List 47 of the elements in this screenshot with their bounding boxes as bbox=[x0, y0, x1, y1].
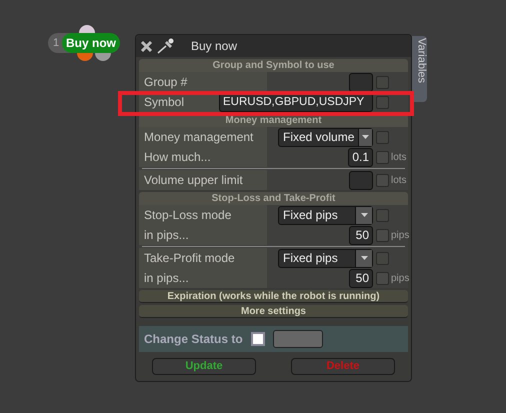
checkbox[interactable] bbox=[376, 252, 389, 264]
field-label: Stop-Loss mode bbox=[139, 205, 267, 225]
caret-icon bbox=[360, 213, 368, 217]
close-icon[interactable] bbox=[140, 40, 153, 52]
checkbox[interactable] bbox=[376, 174, 389, 186]
caret-icon bbox=[360, 256, 368, 260]
node-label[interactable]: Buy now bbox=[62, 33, 120, 53]
field-label: in pips... bbox=[139, 268, 267, 288]
dropdown[interactable]: Fixed pips bbox=[278, 206, 373, 224]
section-header[interactable]: Group and Symbol to use bbox=[139, 59, 408, 72]
field-label: Money management bbox=[139, 127, 267, 147]
checkbox[interactable] bbox=[376, 228, 389, 242]
unit-label: lots bbox=[391, 150, 407, 164]
section-header[interactable]: More settings bbox=[139, 305, 408, 318]
checkbox[interactable] bbox=[376, 272, 389, 284]
checkbox[interactable] bbox=[376, 208, 389, 222]
field-label: in pips... bbox=[139, 225, 267, 245]
section-header[interactable]: Expiration (works while the robot is running) bbox=[139, 290, 408, 303]
checkbox[interactable] bbox=[376, 150, 389, 164]
field-label: Volume upper limit bbox=[139, 170, 267, 190]
update-button[interactable]: Update bbox=[152, 358, 256, 375]
checkbox[interactable] bbox=[376, 130, 389, 144]
field-label: Take-Profit mode bbox=[139, 248, 267, 268]
unit-label: pips bbox=[391, 272, 410, 286]
pin-icon[interactable] bbox=[157, 38, 175, 54]
unit-label: pips bbox=[391, 228, 410, 242]
number-field[interactable]: 50 bbox=[349, 268, 373, 288]
number-field[interactable] bbox=[349, 72, 373, 92]
node-port[interactable] bbox=[77, 53, 93, 61]
window-title: Buy now bbox=[191, 38, 238, 55]
number-field[interactable]: 0.1 bbox=[348, 148, 373, 166]
unit-label: lots bbox=[391, 174, 407, 188]
section-header[interactable]: Stop-Loss and Take-Profit bbox=[139, 192, 408, 205]
dropdown[interactable]: Fixed volume bbox=[278, 128, 373, 146]
field-label: How much... bbox=[139, 147, 267, 167]
number-field[interactable] bbox=[349, 170, 373, 190]
dropdown[interactable]: Fixed pips bbox=[278, 248, 373, 268]
checkbox[interactable] bbox=[376, 76, 389, 88]
status-field[interactable] bbox=[272, 330, 323, 348]
node-port[interactable] bbox=[79, 25, 95, 33]
status-label: Change Status to bbox=[144, 331, 243, 348]
number-field[interactable]: 50 bbox=[349, 226, 373, 244]
node-port[interactable] bbox=[95, 53, 111, 61]
checkbox[interactable] bbox=[376, 96, 389, 108]
status-checkbox[interactable] bbox=[250, 332, 265, 346]
field-label: Group # bbox=[139, 72, 267, 92]
caret-icon bbox=[362, 135, 370, 139]
